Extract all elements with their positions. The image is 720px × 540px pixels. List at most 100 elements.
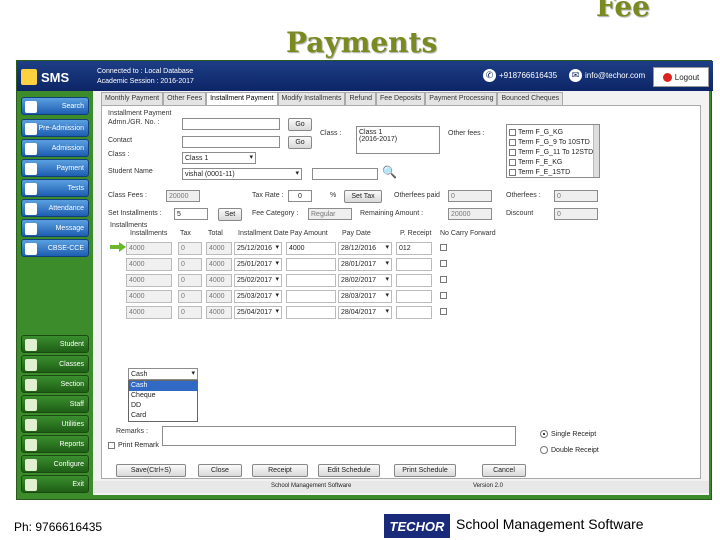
print-schedule-button[interactable]: Print Schedule <box>394 464 456 477</box>
grid-cell-idate[interactable]: 25/04/2017 <box>234 306 282 319</box>
tab-other-fees[interactable]: Other Fees <box>163 92 207 105</box>
payment-mode-option[interactable]: Cash <box>129 381 197 391</box>
other-fee-item[interactable]: Term F_G_11 To 12STD <box>507 147 599 157</box>
grid-cell-total[interactable]: 4000 <box>206 290 232 303</box>
grid-cell-receipt[interactable] <box>396 290 432 303</box>
set-button[interactable]: Set <box>218 208 242 221</box>
grid-cell-total[interactable]: 4000 <box>206 306 232 319</box>
search-icon[interactable]: 🔍 <box>382 165 397 179</box>
grid-cell-idate[interactable]: 25/01/2017 <box>234 258 282 271</box>
grid-cell-tax[interactable]: 0 <box>178 258 202 271</box>
go-contact-button[interactable]: Go <box>288 136 312 149</box>
other-fees-scrollbar[interactable] <box>593 125 599 177</box>
close-button[interactable]: Close <box>198 464 242 477</box>
grid-cell-pay[interactable] <box>286 306 336 319</box>
sidebar-item-payment[interactable]: Payment <box>21 159 89 177</box>
edit-schedule-button[interactable]: Edit Schedule <box>318 464 380 477</box>
set-installments-input[interactable]: 5 <box>174 208 208 220</box>
tab-installment-payment[interactable]: Installment Payment <box>206 92 278 105</box>
sidebar-item-search[interactable]: Search <box>21 97 89 115</box>
grid-cell-pay[interactable] <box>286 290 336 303</box>
grid-cell-pdate[interactable]: 28/03/2017 <box>338 290 392 303</box>
no-carry-forward-checkbox[interactable] <box>440 276 447 283</box>
discount-input[interactable]: 0 <box>554 208 598 220</box>
grid-cell-idate[interactable]: 25/12/2016 <box>234 242 282 255</box>
no-carry-forward-checkbox[interactable] <box>440 308 447 315</box>
other-fee-item[interactable]: Term F_E_KG <box>507 157 599 167</box>
grid-cell-idate[interactable]: 25/02/2017 <box>234 274 282 287</box>
grid-cell-total[interactable]: 4000 <box>206 274 232 287</box>
receipt-button[interactable]: Receipt <box>252 464 308 477</box>
sidebar-item-configure[interactable]: Configure <box>21 455 89 473</box>
grid-cell-inst[interactable]: 4000 <box>126 306 172 319</box>
logout-button[interactable]: Logout <box>653 67 709 87</box>
grid-cell-receipt[interactable]: 012 <box>396 242 432 255</box>
grid-cell-inst[interactable]: 4000 <box>126 290 172 303</box>
sidebar-item-attendance[interactable]: Attendance <box>21 199 89 217</box>
grid-cell-total[interactable]: 4000 <box>206 242 232 255</box>
sidebar-item-section[interactable]: Section <box>21 375 89 393</box>
sidebar-item-reports[interactable]: Reports <box>21 435 89 453</box>
grid-cell-total[interactable]: 4000 <box>206 258 232 271</box>
student-name-select[interactable]: vishal (0001-11) <box>182 168 302 180</box>
remarks-input[interactable] <box>162 426 516 446</box>
grid-cell-pay[interactable]: 4000 <box>286 242 336 255</box>
grid-cell-receipt[interactable] <box>396 274 432 287</box>
sidebar-item-tests[interactable]: Tests <box>21 179 89 197</box>
sidebar-item-utilities[interactable]: Utilities <box>21 415 89 433</box>
tab-modify-installments[interactable]: Modify Installments <box>277 92 346 105</box>
go-admn-button[interactable]: Go <box>288 118 312 131</box>
remaining-amount-input[interactable]: 20000 <box>448 208 492 220</box>
sidebar-item-student[interactable]: Student <box>21 335 89 353</box>
sidebar-item-admission[interactable]: Admission <box>21 139 89 157</box>
tax-rate-input[interactable]: 0 <box>288 190 312 202</box>
class-select[interactable]: Class 1 <box>182 152 256 164</box>
no-carry-forward-checkbox[interactable] <box>440 292 447 299</box>
grid-cell-inst[interactable]: 4000 <box>126 258 172 271</box>
grid-cell-receipt[interactable] <box>396 258 432 271</box>
other-fee-item[interactable]: Term F_G_9 To 10STD <box>507 137 599 147</box>
double-receipt-radio[interactable]: Double Receipt <box>540 446 599 454</box>
payment-mode-select[interactable]: Cash <box>128 368 198 380</box>
grid-cell-pay[interactable] <box>286 274 336 287</box>
grid-cell-pdate[interactable]: 28/04/2017 <box>338 306 392 319</box>
payment-mode-option[interactable]: DD <box>129 401 197 411</box>
tab-payment-processing[interactable]: Payment Processing <box>425 92 498 105</box>
sidebar-item-cbse-cce[interactable]: CBSE-CCE <box>21 239 89 257</box>
sidebar-item-pre-admission[interactable]: Pre-Admission <box>21 119 89 137</box>
grid-cell-tax[interactable]: 0 <box>178 242 202 255</box>
print-remark-checkbox[interactable]: Print Remark <box>108 442 159 449</box>
sidebar-item-classes[interactable]: Classes <box>21 355 89 373</box>
class-fees-input[interactable]: 20000 <box>166 190 200 202</box>
tab-fee-deposits[interactable]: Fee Deposits <box>376 92 426 105</box>
admn-input[interactable] <box>182 118 280 130</box>
single-receipt-radio[interactable]: Single Receipt <box>540 430 596 438</box>
otherfees-paid-input[interactable]: 0 <box>448 190 492 202</box>
payment-mode-option[interactable]: Cheque <box>129 391 197 401</box>
grid-cell-idate[interactable]: 25/03/2017 <box>234 290 282 303</box>
other-fee-item[interactable]: Term F_E_1STD <box>507 167 599 177</box>
tab-refund[interactable]: Refund <box>345 92 377 105</box>
student-search-input[interactable] <box>312 168 378 180</box>
sidebar-item-staff[interactable]: Staff <box>21 395 89 413</box>
tab-bounced-cheques[interactable]: Bounced Cheques <box>497 92 564 105</box>
set-tax-button[interactable]: Set Tax <box>344 190 382 203</box>
grid-cell-pdate[interactable]: 28/12/2016 <box>338 242 392 255</box>
no-carry-forward-checkbox[interactable] <box>440 244 447 251</box>
save-button[interactable]: Save(Ctrl+S) <box>116 464 186 477</box>
tab-monthly-payment[interactable]: Monthly Payment <box>101 92 164 105</box>
sidebar-item-message[interactable]: Message <box>21 219 89 237</box>
no-carry-forward-checkbox[interactable] <box>440 260 447 267</box>
cancel-button[interactable]: Cancel <box>482 464 526 477</box>
sidebar-item-exit[interactable]: Exit <box>21 475 89 493</box>
otherfees-input[interactable]: 0 <box>554 190 598 202</box>
grid-cell-inst[interactable]: 4000 <box>126 242 172 255</box>
payment-mode-option[interactable]: Card <box>129 411 197 421</box>
grid-cell-tax[interactable]: 0 <box>178 290 202 303</box>
grid-cell-inst[interactable]: 4000 <box>126 274 172 287</box>
fee-category-input[interactable]: Regular <box>308 208 352 220</box>
other-fees-list[interactable]: Term F_G_KG Term F_G_9 To 10STD Term F_G… <box>506 124 600 178</box>
grid-cell-pdate[interactable]: 28/01/2017 <box>338 258 392 271</box>
grid-cell-tax[interactable]: 0 <box>178 306 202 319</box>
grid-cell-pdate[interactable]: 28/02/2017 <box>338 274 392 287</box>
